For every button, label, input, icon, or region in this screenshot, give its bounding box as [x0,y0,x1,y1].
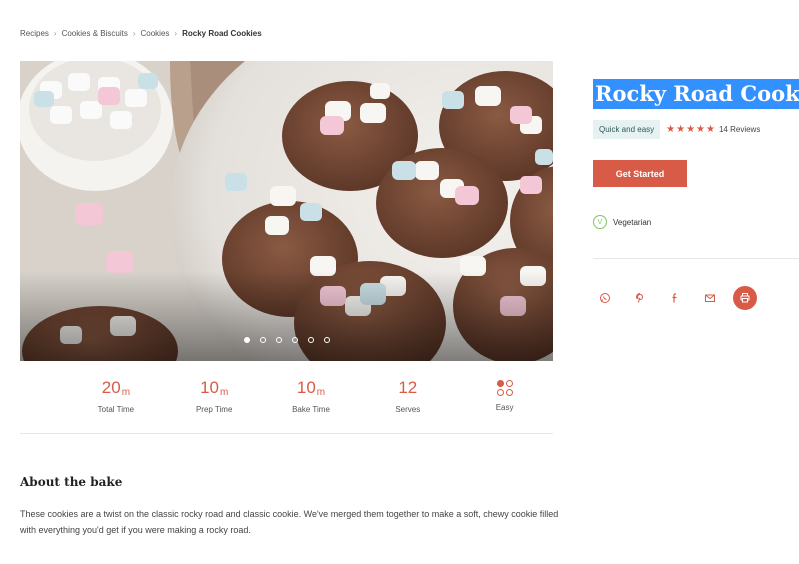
star-icon: ★ [686,123,696,135]
stat-serves: 12 Serves [359,378,456,414]
stat-total-time: 20 m Total Time [66,378,166,414]
carousel-dot-6[interactable] [323,337,330,343]
star-icon: ★ [666,123,676,135]
breadcrumb-separator: › [53,29,57,38]
stat-value: 20 m [66,378,166,398]
breadcrumb-item-cookies-biscuits[interactable]: Cookies & Biscuits [62,29,128,38]
difficulty-icon [496,380,513,396]
share-bar [593,286,768,310]
stat-label: Easy [495,403,514,412]
stat-number: 10 [200,378,219,397]
whatsapp-icon[interactable] [593,286,617,310]
divider [593,258,799,259]
stat-number: 10 [296,378,316,397]
about-text: These cookies are a twist on the classic… [20,509,559,535]
recipe-tag[interactable]: Quick and easy [593,120,661,139]
pinterest-icon[interactable] [628,286,652,310]
email-icon[interactable] [698,286,722,310]
get-started-button[interactable]: Get Started [593,160,687,187]
hero-carousel[interactable] [20,61,553,361]
carousel-dot-3[interactable] [275,337,282,343]
stat-label: Prep Time [195,405,233,414]
stat-label: Bake Time [292,405,330,414]
about-title: About the bake [20,475,123,489]
diet-label: Vegetarian [613,217,652,227]
breadcrumb-item-recipes[interactable]: Recipes [20,29,49,38]
stat-number: 20 [101,378,121,397]
breadcrumb-separator: › [174,29,178,38]
stat-value: 10 m [166,378,263,398]
print-icon[interactable] [733,286,757,310]
carousel-dot-2[interactable] [259,337,266,343]
stat-value: 12 [359,378,456,398]
stat-value: 10 m [263,378,360,398]
hero-image [20,61,553,361]
breadcrumb-item-current: Rocky Road Cookies [182,29,262,38]
recipe-meta: Quick and easy ★ ★ ★ ★ ★ 14 Reviews [593,120,760,139]
facebook-icon[interactable] [663,286,687,310]
stat-label: Total Time [97,405,135,414]
recipe-stats: 20 m Total Time 10 m Prep Time 10 m Bake Ti… [20,378,553,414]
page-title: Rocky Road Cookies [593,79,799,109]
breadcrumb-separator: › [132,29,136,38]
reviews-link[interactable]: 14 Reviews [719,125,760,134]
carousel-dots [20,337,553,343]
diet-badge: V Vegetarian [593,215,651,229]
stat-bake-time: 10 m Bake Time [263,378,360,414]
stat-number: 12 [398,378,418,397]
stat-prep-time: 10 m Prep Time [166,378,263,414]
carousel-dot-5[interactable] [307,337,314,343]
carousel-dot-4[interactable] [291,337,298,343]
divider [20,433,553,434]
stat-difficulty: Easy [456,378,553,414]
stat-unit: m [219,387,229,398]
carousel-dot-1[interactable] [243,337,250,343]
star-icon: ★ [676,123,686,135]
stat-unit: m [316,387,326,398]
star-icon: ★ [696,123,706,135]
stat-label: Serves [395,405,421,414]
breadcrumb-item-cookies[interactable]: Cookies [141,29,170,38]
rating-stars[interactable]: ★ ★ ★ ★ ★ [666,123,715,135]
breadcrumb: Recipes › Cookies & Biscuits › Cookies ›… [20,29,262,38]
vegetarian-icon: V [593,215,607,229]
star-icon: ★ [706,123,715,135]
stat-unit: m [121,387,131,398]
